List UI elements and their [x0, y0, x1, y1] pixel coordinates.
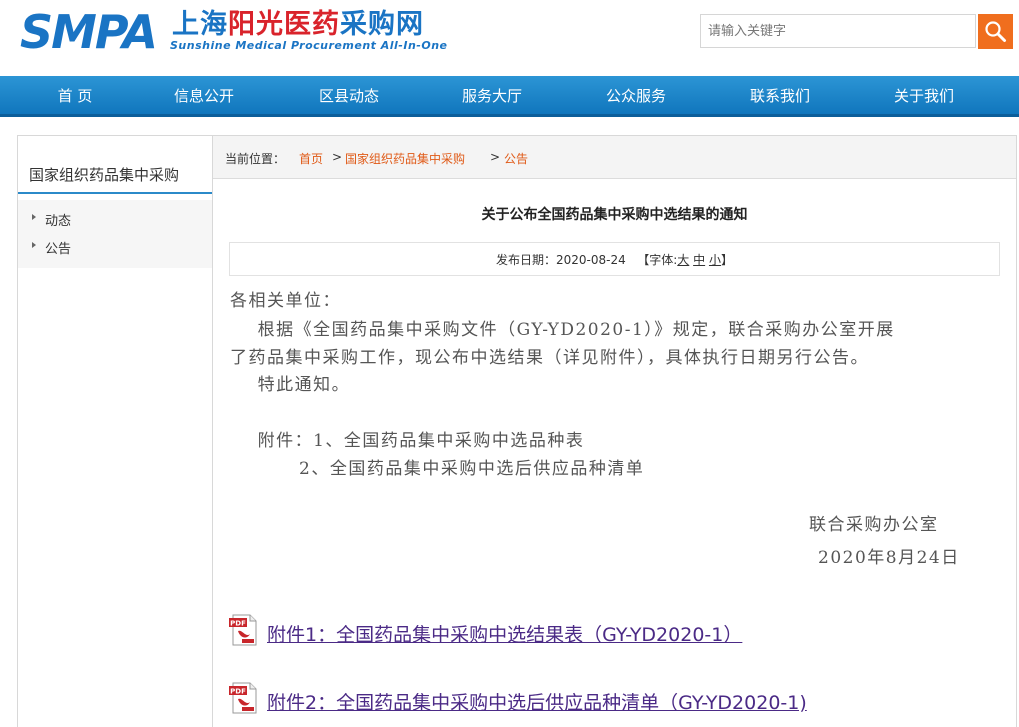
logo-cn-part2: 阳光医药: [228, 9, 340, 40]
breadcrumb-home-link[interactable]: 首页: [299, 150, 323, 167]
search-button[interactable]: [978, 14, 1013, 49]
attachment-item: PDF 附件2：全国药品集中采购中选后供应品种清单（GY-YD2020-1): [228, 682, 928, 722]
search-input[interactable]: [700, 14, 976, 48]
logo-smpa-text: SMPA: [20, 5, 158, 59]
sidebar-title: 国家组织药品集中采购: [18, 136, 212, 194]
attachment-1-link[interactable]: 附件1：全国药品集中采购中选结果表（GY-YD2020-1）: [267, 620, 742, 647]
logo-cn-part1: 上海: [172, 9, 228, 40]
font-large-button[interactable]: 大: [677, 253, 689, 267]
site-logo[interactable]: SMPA 上海阳光医药采购网 Sunshine Medical Procurem…: [20, 5, 447, 59]
article-signature-org: 联合采购办公室: [809, 515, 939, 535]
search-box: [700, 14, 1014, 50]
article-title: 关于公布全国药品集中采购中选结果的通知: [481, 207, 748, 223]
nav-info-disclosure[interactable]: 信息公开: [144, 76, 264, 114]
article-attachment-line: 2、全国药品集中采购中选后供应品种清单: [230, 459, 645, 479]
svg-text:PDF: PDF: [230, 688, 246, 696]
breadcrumb-category-link[interactable]: 国家组织药品集中采购: [345, 150, 465, 167]
sidebar-item-label: 动态: [45, 214, 72, 229]
main-content: 当前位置： 首页 > 国家组织药品集中采购 > 公告 关于公布全国药品集中采购中…: [213, 135, 1017, 727]
search-icon: [985, 21, 1006, 42]
article-paragraph-line: 了药品集中采购工作，现公布中选结果（详见附件），具体执行日期另行公告。: [230, 348, 869, 368]
logo-english-name: Sunshine Medical Procurement All-In-One: [170, 39, 448, 52]
font-small-button[interactable]: 小: [709, 253, 721, 267]
nav-contact-us[interactable]: 联系我们: [720, 76, 840, 114]
breadcrumb-announcement-link[interactable]: 公告: [504, 150, 528, 167]
logo-cn-part3: 采购网: [340, 9, 424, 40]
article-meta: 发布日期：2020-08-24 【字体:大 中 小】: [229, 242, 1000, 276]
nav-service-hall[interactable]: 服务大厅: [432, 76, 552, 114]
sidebar-list: 动态 公告: [18, 200, 212, 268]
breadcrumb-prefix: 当前位置：: [225, 152, 286, 166]
pdf-file-icon: PDF: [229, 682, 257, 714]
sidebar-title-text: 国家组织药品集中采购: [29, 166, 180, 184]
nav-home[interactable]: 首 页: [15, 76, 135, 114]
article-salutation: 各相关单位：: [230, 291, 341, 311]
sidebar: 国家组织药品集中采购 动态 公告: [17, 135, 213, 727]
font-size-label-close: 】: [720, 253, 733, 267]
logo-chinese-name: 上海阳光医药采购网: [172, 10, 424, 40]
sidebar-item-label: 公告: [45, 242, 72, 257]
nav-public-service[interactable]: 公众服务: [576, 76, 696, 114]
font-size-label: 【字体:: [637, 253, 678, 267]
bullet-arrow-icon: [32, 214, 36, 220]
breadcrumb-separator: >: [332, 150, 343, 164]
svg-text:PDF: PDF: [230, 620, 246, 628]
attachment-2-link[interactable]: 附件2：全国药品集中采购中选后供应品种清单（GY-YD2020-1): [267, 688, 807, 715]
sidebar-item-announcements[interactable]: 公告: [18, 232, 212, 260]
breadcrumb-separator: >: [490, 150, 501, 164]
nav-about-us[interactable]: 关于我们: [864, 76, 984, 114]
article-signature-date: 2020年8月24日: [818, 548, 960, 568]
attachment-item: PDF 附件1：全国药品集中采购中选结果表（GY-YD2020-1）: [228, 614, 928, 654]
breadcrumb: 当前位置： 首页 > 国家组织药品集中采购 > 公告: [213, 136, 1016, 179]
sidebar-item-news[interactable]: 动态: [18, 204, 212, 232]
article-notice-line: 特此通知。: [230, 375, 351, 395]
font-medium-button[interactable]: 中: [693, 253, 705, 267]
article-paragraph-line: 根据《全国药品集中采购文件（GY-YD2020-1）》规定，联合采购办公室开展: [230, 320, 895, 340]
nav-district-news[interactable]: 区县动态: [289, 76, 409, 114]
main-nav: 首 页 信息公开 区县动态 服务大厅 公众服务 联系我们 关于我们: [0, 76, 1019, 117]
bullet-arrow-icon: [32, 242, 36, 248]
pdf-file-icon: PDF: [229, 614, 257, 646]
article-attachment-line: 附件：1、全国药品集中采购中选品种表: [230, 431, 585, 451]
site-header: SMPA 上海阳光医药采购网 Sunshine Medical Procurem…: [0, 0, 1019, 76]
publish-date: 发布日期：2020-08-24: [496, 253, 626, 267]
